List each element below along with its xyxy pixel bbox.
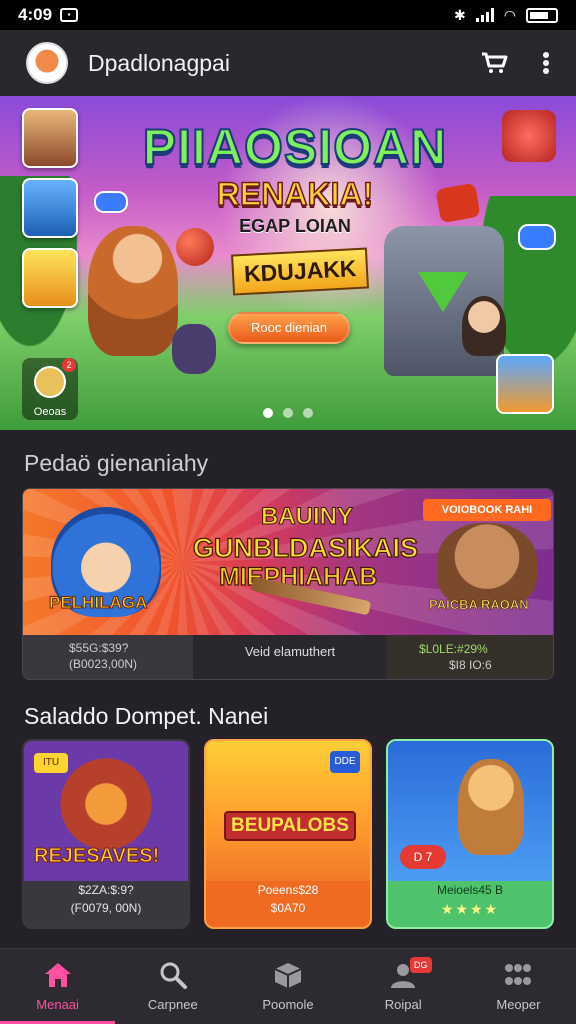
section-title-featured: Pedaö gienaniahy (24, 450, 209, 476)
game-card-price: Meioels45 B (436, 883, 504, 897)
nav-label: Carpnee (147, 997, 198, 1012)
chat-bubble-icon (518, 224, 556, 250)
nav-item-search[interactable]: Carpnee (115, 949, 230, 1024)
promo-price: $L0LE:#29% (419, 642, 488, 656)
hero-prop (435, 182, 481, 224)
promo-price-detail: $I8 IO:6 (449, 658, 492, 672)
game-card[interactable]: DDE BEUPALOBS Poeens$28 $0A70 (204, 739, 372, 929)
pinwheel-icon (34, 366, 66, 398)
hero-corner-badge: 2 (62, 358, 76, 372)
home-icon (44, 963, 71, 987)
nav-item-people[interactable]: DG Roipal (346, 949, 461, 1024)
game-card-title: BEUPALOBS (224, 811, 356, 841)
game-card-character (458, 759, 524, 855)
hero-mascot (502, 110, 556, 162)
hero-thumb[interactable] (22, 178, 78, 238)
promo-price-detail: (B0023,00N) (69, 657, 138, 671)
promo-price-left[interactable]: $55G:$39? (B0023,00N) (23, 635, 193, 679)
nav-badge: DG (409, 957, 432, 973)
bluetooth-icon: ✱ (454, 6, 466, 23)
promo-art: PELHILAGA BAUINY GUNBLDASIKAIS MIEPHIAHA… (23, 489, 553, 635)
carousel-dot[interactable] (263, 408, 273, 418)
game-card-price: $2ZA:$:9? (78, 883, 134, 897)
game-card[interactable]: ITU REJESAVES! $2ZA:$:9? (F0079, 00N) (22, 739, 190, 929)
promo-price-right[interactable]: $L0LE:#29% $I8 IO:6 (387, 635, 553, 679)
game-card-tag: ITU (34, 753, 68, 773)
hero-character (88, 226, 178, 356)
section-title-selected: Saladdo Dompet. Nanei (24, 703, 269, 729)
game-card-row: ITU REJESAVES! $2ZA:$:9? (F0079, 00N) DD… (22, 739, 554, 931)
promo-view-label[interactable]: Veid elamuthert (193, 635, 387, 679)
hero-badge: KDUJAKK (231, 247, 370, 296)
game-card-pill: D 7 (400, 845, 446, 869)
bottom-nav: Menaai Carpnee Poomole DG Roipal Meoper (0, 948, 576, 1024)
hero-thumb[interactable] (22, 248, 78, 308)
hero-subtitle: RENAKIA! (216, 175, 374, 213)
nav-label: Roipal (384, 997, 422, 1012)
nav-item-box[interactable]: Poomole (230, 949, 345, 1024)
promo-title-line1: BAUINY (260, 503, 354, 531)
promo-monster (437, 523, 537, 607)
hero-cta-button[interactable]: Rooc dienian (228, 312, 350, 344)
promo-footer: $55G:$39? (B0023,00N) Veid elamuthert $L… (23, 635, 553, 679)
promo-card[interactable]: PELHILAGA BAUINY GUNBLDASIKAIS MIEPHIAHA… (22, 488, 554, 680)
promo-monster-label: PAICBA RAOAN (429, 597, 529, 613)
hero-thumb-weapon[interactable] (496, 354, 554, 414)
game-card-title: REJESAVES! (33, 845, 160, 868)
hero-small-text: EGAP LOIAN (239, 216, 351, 236)
promo-tag: VOIOBOOK RAHI (423, 499, 551, 521)
promo-price: $55G:$39? (69, 641, 129, 655)
search-icon (160, 962, 187, 989)
hero-character (462, 296, 506, 356)
status-icons: ✱ ◠ (454, 7, 558, 24)
game-card-price: Poeens$28 (257, 883, 319, 897)
game-card[interactable]: D 7 Meioels45 B ★★★★ (386, 739, 554, 929)
cart-icon[interactable] (480, 51, 508, 75)
app-bar: Dpadlonagpai (0, 30, 576, 96)
app-title: Dpadlonagpai (88, 49, 230, 76)
hero-thumb[interactable] (22, 108, 78, 168)
signal-icon (475, 8, 494, 22)
avatar[interactable] (26, 42, 68, 84)
game-card-detail: (F0079, 00N) (70, 901, 142, 915)
notification-icon: ▪ (60, 8, 79, 22)
game-card-rating: ★★★★ (440, 901, 500, 917)
nav-label: Poomole (262, 997, 314, 1012)
status-time: 4:09 (18, 5, 53, 24)
nav-item-more[interactable]: Meoper (461, 949, 576, 1024)
nav-label: Menaai (36, 997, 79, 1012)
hero-title: PIIAOSIOAN (142, 118, 448, 176)
carousel-dot[interactable] (283, 408, 293, 418)
status-bar: 4:09 ▪ ✱ ◠ (0, 0, 576, 30)
hero-banner[interactable]: PIIAOSIOAN RENAKIA! EGAP LOIAN KDUJAKK R… (0, 96, 576, 430)
promo-title-line2: GUNBLDASIKAIS (192, 532, 419, 563)
chat-bubble-icon (94, 191, 128, 213)
game-card-badge: DDE (330, 751, 360, 773)
promo-character-label: PELHILAGA (48, 593, 148, 613)
battery-icon (526, 7, 558, 23)
nav-label: Meoper (496, 997, 541, 1012)
box-icon (274, 963, 302, 988)
hero-creature (172, 324, 216, 374)
wifi-icon: ◠ (503, 6, 516, 23)
carousel-dots (0, 408, 576, 418)
carousel-dot[interactable] (303, 408, 313, 418)
more-options-icon[interactable] (542, 51, 550, 75)
nav-item-home[interactable]: Menaai (0, 949, 115, 1024)
game-card-detail: $0A70 (270, 901, 306, 915)
hero-thumbnails (22, 108, 78, 308)
grid-icon (505, 964, 532, 985)
